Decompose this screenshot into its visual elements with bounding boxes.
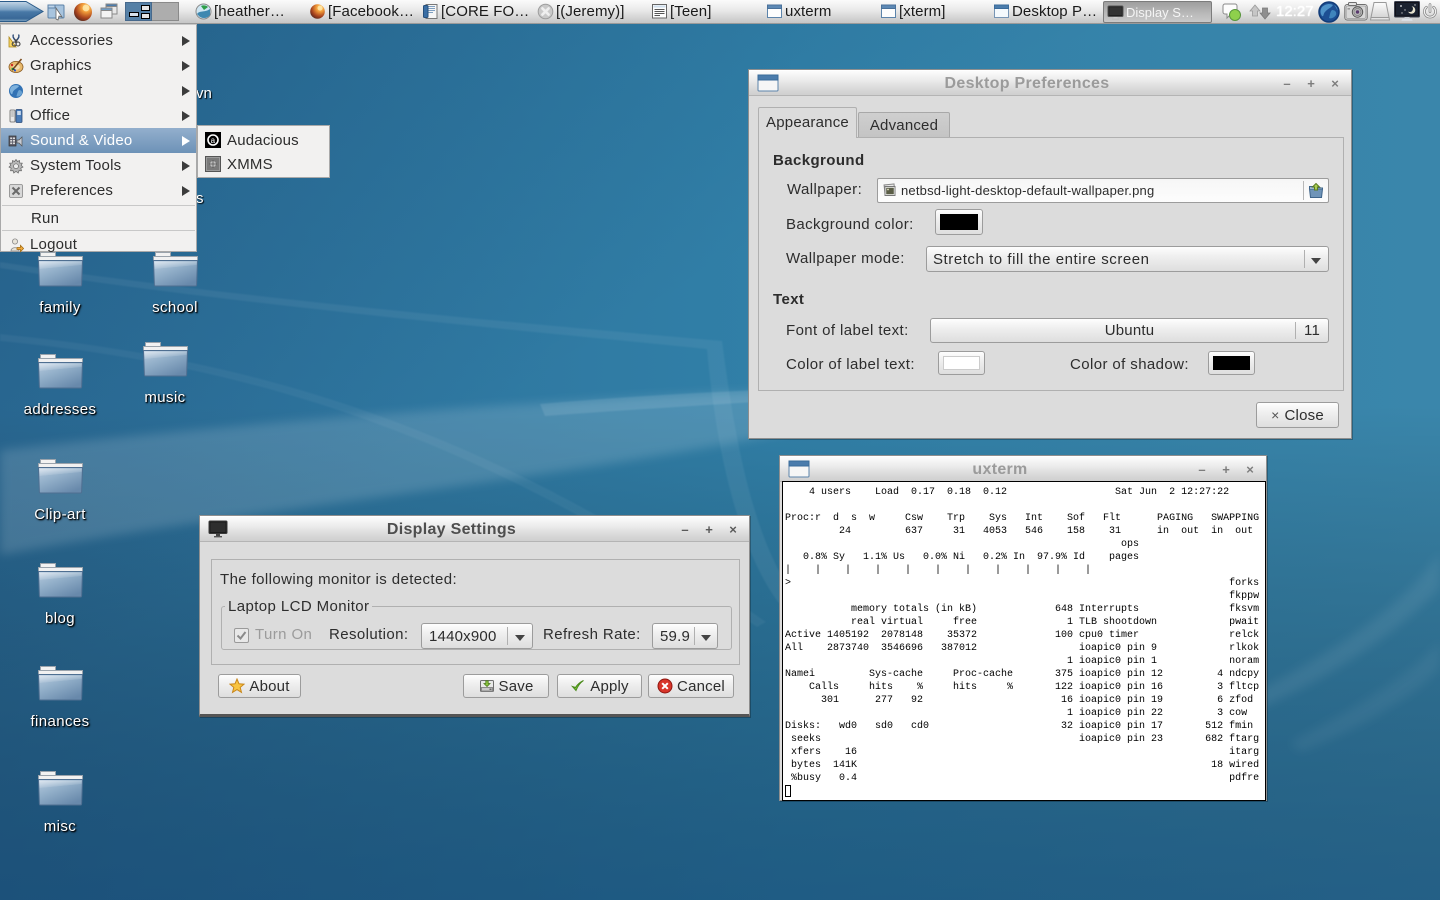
svg-text:a: a xyxy=(211,136,216,145)
